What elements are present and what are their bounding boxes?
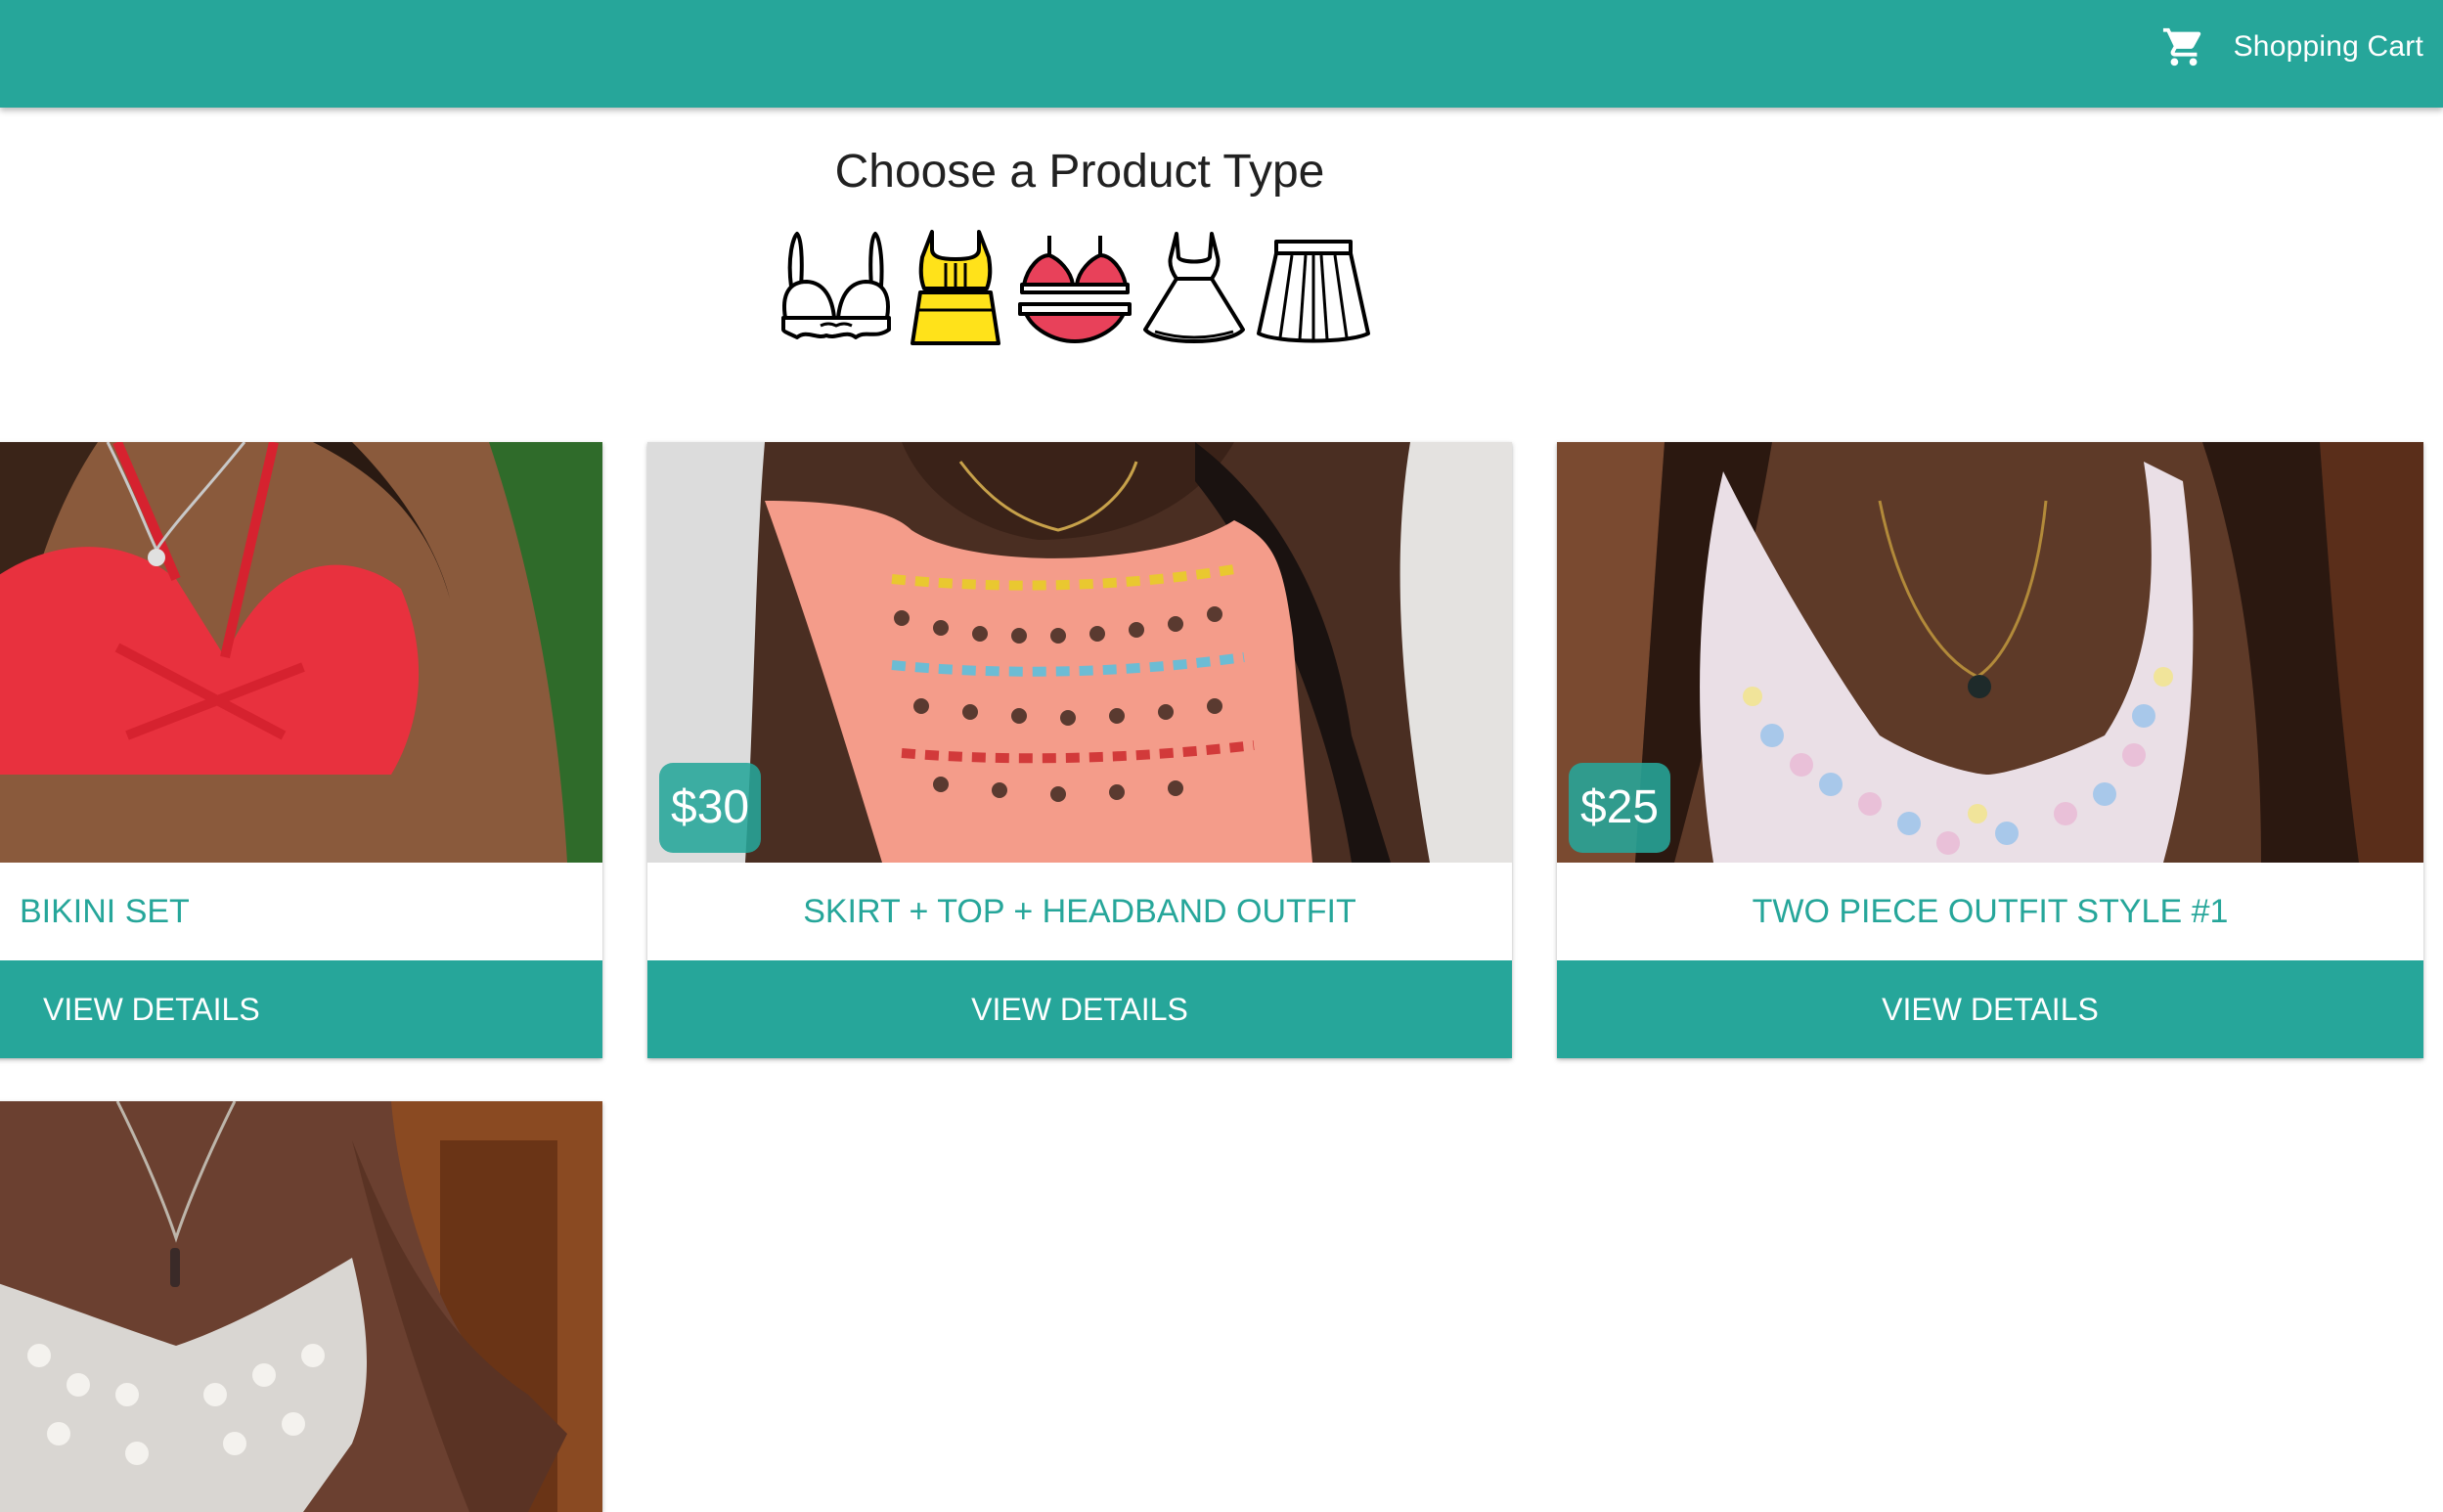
product-type-bra[interactable] — [777, 223, 896, 355]
bra-icon — [781, 232, 891, 339]
peach-granny-square-top-photo — [647, 442, 1512, 863]
view-details-button[interactable]: VIEW DETAILS — [647, 960, 1512, 1058]
view-details-button[interactable]: VIEW DETAILS — [0, 960, 602, 1058]
product-type-skirt[interactable] — [1254, 223, 1373, 355]
product-card: BIKINI SET VIEW DETAILS — [0, 442, 602, 1058]
product-image[interactable] — [1557, 442, 2423, 863]
product-type-dress[interactable] — [1134, 223, 1254, 355]
product-type-crop-top-skirt[interactable] — [896, 223, 1015, 355]
skirt-icon — [1257, 240, 1370, 343]
product-type-selector — [777, 223, 1373, 355]
product-image[interactable] — [0, 1101, 602, 1512]
app-bar: Shopping Cart — [0, 0, 2443, 108]
product-image[interactable] — [647, 442, 1512, 863]
page-title: Choose a Product Type — [834, 146, 1325, 198]
product-type-bikini[interactable] — [1015, 223, 1134, 355]
price-badge: $25 — [1569, 763, 1671, 853]
view-details-button[interactable]: VIEW DETAILS — [1557, 960, 2423, 1058]
product-card — [0, 1101, 602, 1512]
pastel-crochet-halter-top-photo — [1557, 442, 2423, 863]
product-card: $30 SKIRT + TOP + HEADBAND OUTFIT VIEW D… — [647, 442, 1512, 1058]
product-card: $25 TWO PIECE OUTFIT STYLE #1 VIEW DETAI… — [1557, 442, 2423, 1058]
shopping-cart-icon — [2162, 27, 2200, 67]
price-badge: $30 — [659, 763, 762, 853]
shopping-cart-label: Shopping Cart — [2233, 30, 2423, 63]
product-image[interactable] — [0, 442, 602, 863]
dress-icon — [1143, 232, 1245, 343]
product-title: TWO PIECE OUTFIT STYLE #1 — [1752, 892, 2229, 930]
red-crochet-bikini-top-photo — [0, 442, 602, 863]
shopping-cart-button[interactable]: Shopping Cart — [2161, 18, 2423, 76]
crop-top-skirt-icon — [911, 230, 1000, 345]
white-crochet-top-photo — [0, 1101, 602, 1512]
product-title: BIKINI SET — [20, 892, 190, 930]
product-title: SKIRT + TOP + HEADBAND OUTFIT — [803, 892, 1356, 930]
bikini-icon — [1018, 236, 1132, 343]
